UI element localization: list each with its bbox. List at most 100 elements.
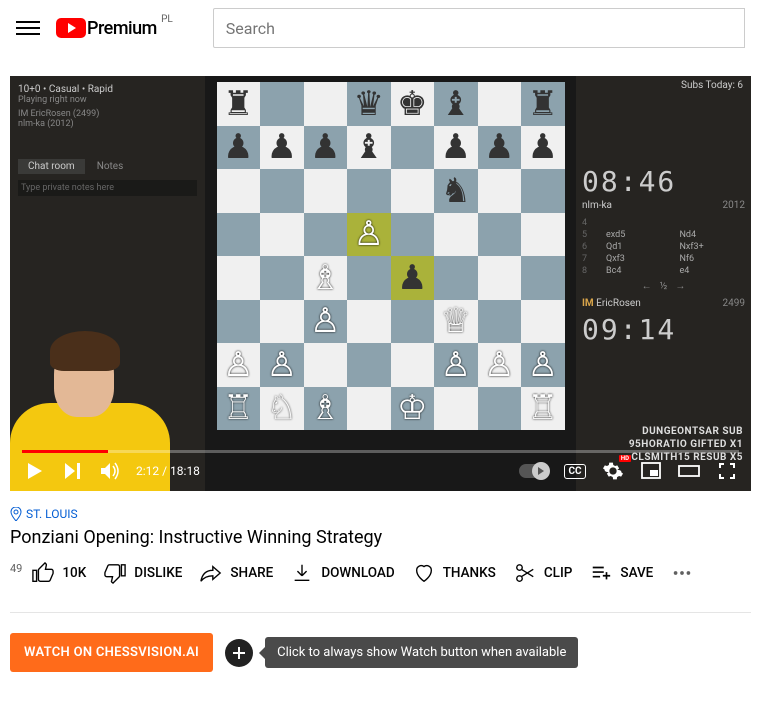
play-icon[interactable]	[22, 459, 46, 483]
square	[304, 213, 348, 257]
tooltip: Click to always show Watch button when a…	[265, 637, 578, 668]
square	[478, 213, 522, 257]
move-half-icon[interactable]: ½	[660, 281, 668, 292]
logo[interactable]: Premium PL	[56, 18, 157, 39]
square	[521, 300, 565, 344]
like-supplement: 49	[10, 562, 22, 575]
square: ♟	[434, 126, 478, 170]
location-link[interactable]: ST. LOUIS	[10, 507, 751, 521]
logo-text: Premium	[87, 18, 157, 39]
square	[217, 256, 261, 300]
save-button[interactable]: SAVE	[590, 562, 653, 584]
sub-notification-line: DUNGEONTSAR SUB	[629, 426, 743, 437]
square	[391, 126, 435, 170]
square: ♙	[521, 343, 565, 387]
square: ♝	[434, 82, 478, 126]
tab-notes[interactable]: Notes	[91, 159, 130, 174]
plus-button[interactable]	[225, 639, 253, 667]
square	[347, 169, 391, 213]
video-title: Ponziani Opening: Instructive Winning St…	[10, 527, 751, 548]
move-row: 6Qd1Nxf3+	[582, 241, 745, 253]
square: ♟	[217, 126, 261, 170]
tab-chat[interactable]: Chat room	[18, 159, 85, 174]
volume-icon[interactable]	[98, 459, 122, 483]
square	[391, 300, 435, 344]
move-row: 4	[582, 217, 745, 229]
miniplayer-icon[interactable]	[639, 459, 663, 483]
time-current: 2:12	[136, 464, 159, 478]
location-pin-icon	[10, 507, 22, 521]
square	[434, 256, 478, 300]
player-white-title: IM	[582, 298, 594, 309]
chessboard-container: ♜♛♚♝♜♟♟♟♝♟♟♟♞♙♗♟♙♕♙♙♙♙♙♖♘♗♔♖	[205, 76, 576, 491]
heart-icon	[413, 562, 435, 584]
square	[347, 256, 391, 300]
move-back-icon[interactable]: ←	[642, 281, 652, 292]
scissors-icon	[514, 562, 536, 584]
next-icon[interactable]	[60, 459, 84, 483]
square: ♙	[434, 343, 478, 387]
square	[391, 169, 435, 213]
square: ♕	[434, 300, 478, 344]
square: ♝	[347, 126, 391, 170]
square: ♖	[521, 387, 565, 431]
player-white-name: EricRosen	[596, 298, 641, 309]
clip-label: CLIP	[544, 565, 573, 581]
dislike-button[interactable]: DISLIKE	[104, 562, 182, 584]
square: ♛	[347, 82, 391, 126]
square	[478, 256, 522, 300]
video-container: 10+0 • Casual • Rapid Playing right now …	[10, 76, 751, 491]
thanks-button[interactable]: THANKS	[413, 562, 496, 584]
clip-button[interactable]: CLIP	[514, 562, 573, 584]
move-fwd-icon[interactable]: →	[675, 281, 685, 292]
square: ♔	[391, 387, 435, 431]
watch-external-button[interactable]: WATCH ON CHESSVISION.AI	[10, 633, 213, 672]
square: ♟	[391, 256, 435, 300]
stream-player-1: IM EricRosen (2499)	[18, 109, 197, 119]
square	[260, 169, 304, 213]
action-bar: 49 10K DISLIKE SHARE DOWNLOAD THANKS CLI…	[10, 562, 751, 584]
player-black: nlm-ka 2012	[582, 200, 745, 211]
share-button[interactable]: SHARE	[200, 562, 273, 584]
fullscreen-icon[interactable]	[715, 459, 739, 483]
download-button[interactable]: DOWNLOAD	[291, 562, 394, 584]
square	[478, 82, 522, 126]
square	[347, 343, 391, 387]
download-label: DOWNLOAD	[321, 565, 394, 581]
theater-icon[interactable]	[677, 459, 701, 483]
square	[260, 213, 304, 257]
square: ♙	[260, 343, 304, 387]
square	[478, 169, 522, 213]
square	[391, 343, 435, 387]
square	[347, 300, 391, 344]
more-horizontal-icon	[671, 562, 693, 584]
move-row: 8Bc4e4	[582, 265, 745, 277]
search-input[interactable]	[213, 8, 745, 48]
square	[391, 213, 435, 257]
square: ♙	[217, 343, 261, 387]
player-black-name: nlm-ka	[582, 200, 612, 211]
clock-white: 09:14	[582, 313, 745, 346]
move-list: 45exd5Nd46Qd1Nxf3+7Qxf3Nf68Bc4e4	[582, 217, 745, 277]
square: ♗	[304, 387, 348, 431]
player-white-rating: 2499	[723, 298, 745, 309]
square	[478, 387, 522, 431]
more-button[interactable]	[671, 562, 693, 584]
app-header: Premium PL	[0, 0, 761, 56]
youtube-play-icon	[56, 18, 86, 38]
square: ♞	[434, 169, 478, 213]
player-controls: 2:12 / 18:18 CC HD	[10, 451, 751, 491]
square: ♟	[478, 126, 522, 170]
hamburger-menu-icon[interactable]	[16, 16, 40, 40]
dislike-label: DISLIKE	[134, 565, 182, 581]
video-player[interactable]: 10+0 • Casual • Rapid Playing right now …	[10, 76, 751, 491]
captions-icon[interactable]: CC	[563, 459, 587, 483]
game-status: Playing right now	[18, 95, 197, 105]
autoplay-toggle[interactable]	[519, 464, 549, 478]
square	[260, 82, 304, 126]
like-button[interactable]: 10K	[32, 562, 86, 584]
player-white: IM EricRosen 2499	[582, 298, 745, 309]
settings-icon[interactable]: HD	[601, 459, 625, 483]
square	[521, 169, 565, 213]
game-mode: 10+0 • Casual • Rapid	[18, 84, 197, 95]
